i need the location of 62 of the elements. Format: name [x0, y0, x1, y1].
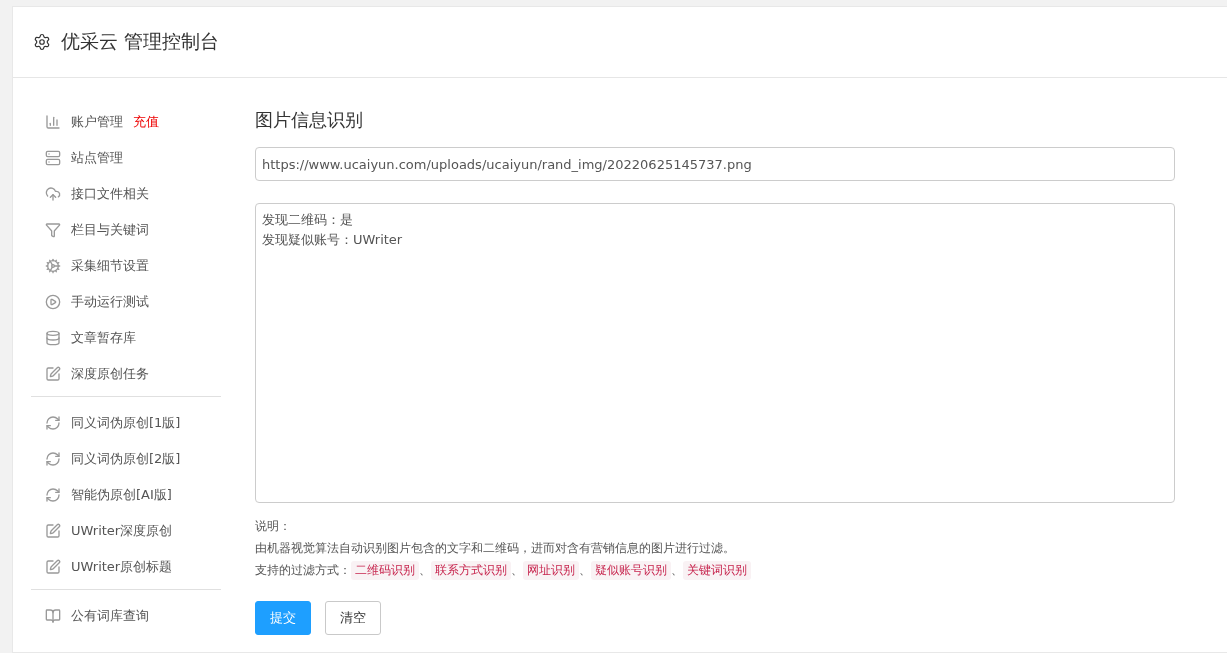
cloud-upload-icon — [45, 186, 61, 202]
result-line: 发现二维码：是 — [262, 211, 353, 229]
refresh-icon — [45, 415, 61, 431]
edit-icon — [45, 523, 61, 539]
sidebar-item-label: 文章暂存库 — [71, 329, 136, 347]
play-icon — [45, 294, 61, 310]
refresh-icon — [45, 487, 61, 503]
refresh-icon — [45, 451, 61, 467]
book-icon — [45, 608, 61, 624]
separator-mark: 、 — [579, 561, 591, 579]
separator-mark: 、 — [671, 561, 683, 579]
sidebar-item[interactable]: 同义词伪原创[1版] — [31, 405, 221, 441]
sidebar-item[interactable]: 同义词伪原创[2版] — [31, 441, 221, 477]
sidebar-item-label: 深度原创任务 — [71, 365, 149, 383]
clear-button[interactable]: 清空 — [325, 601, 381, 635]
method-tag: 疑似账号识别 — [591, 560, 671, 580]
sidebar-item[interactable]: 账户管理 充值 — [31, 104, 221, 140]
edit-icon — [45, 559, 61, 575]
sidebar-item-label: 采集细节设置 — [71, 257, 149, 275]
sidebar-item-label: 接口文件相关 — [71, 185, 149, 203]
result-line: 发现疑似账号：UWriter — [262, 231, 403, 249]
sidebar-item[interactable]: 站点管理 — [31, 140, 221, 176]
page-heading: 图片信息识别 — [255, 108, 364, 132]
sidebar-item-label: 同义词伪原创[1版] — [71, 414, 181, 432]
methods-label: 支持的过滤方式： — [255, 561, 351, 579]
sidebar-item[interactable]: 手动运行测试 — [31, 284, 221, 320]
sidebar-item-label: 账户管理 — [71, 113, 123, 131]
sidebar-item-label: 手动运行测试 — [71, 293, 149, 311]
sidebar-item-label: UWriter深度原创 — [71, 522, 173, 540]
method-tag: 二维码识别 — [351, 560, 419, 580]
sidebar-item-label: 栏目与关键词 — [71, 221, 149, 239]
settings-icon — [33, 33, 51, 51]
method-tag: 网址识别 — [523, 560, 579, 580]
filter-icon — [45, 222, 61, 238]
sidebar-item[interactable]: 文章暂存库 — [31, 320, 221, 356]
console-title: 优采云 管理控制台 — [61, 29, 220, 54]
result-text-area[interactable]: 发现二维码：是 发现疑似账号：UWriter — [255, 203, 1175, 503]
sidebar-item[interactable]: UWriter原创标题 — [31, 549, 221, 585]
sidebar-item-label: UWriter原创标题 — [71, 558, 173, 576]
separator-mark: 、 — [419, 561, 431, 579]
separator-mark: 、 — [511, 561, 523, 579]
sidebar-item-label: 公有词库查询 — [71, 607, 149, 625]
sidebar-item[interactable]: 深度原创任务 — [31, 356, 221, 392]
sidebar-item-label: 站点管理 — [71, 149, 123, 167]
sidebar-item[interactable]: UWriter深度原创 — [31, 513, 221, 549]
sidebar-item-label: 同义词伪原创[2版] — [71, 450, 181, 468]
sidebar-item[interactable]: 栏目与关键词 — [31, 212, 221, 248]
edit-icon — [45, 366, 61, 382]
server-icon — [45, 150, 61, 166]
sidebar-item[interactable]: 接口文件相关 — [31, 176, 221, 212]
sidebar-item-label: 智能伪原创[AI版] — [71, 486, 172, 504]
recharge-link[interactable]: 充值 — [133, 113, 159, 131]
sidebar-item[interactable]: 采集细节设置 — [31, 248, 221, 284]
sidebar-item[interactable]: 智能伪原创[AI版] — [31, 477, 221, 513]
method-tag: 联系方式识别 — [431, 560, 511, 580]
notes-description: 由机器视觉算法自动识别图片包含的文字和二维码，进而对含有营销信息的图片进行过滤。 — [255, 540, 736, 557]
method-tag: 关键词识别 — [683, 560, 751, 580]
url-input-field[interactable]: https://www.ucaiyun.com/uploads/ucaiyun/rand_img/20220625145737.png — [255, 147, 1175, 181]
notes-heading: 说明： — [255, 518, 291, 535]
bar-chart-icon — [45, 114, 61, 130]
database-icon — [45, 330, 61, 346]
sidebar-item[interactable]: 公有词库查询 — [31, 598, 221, 634]
